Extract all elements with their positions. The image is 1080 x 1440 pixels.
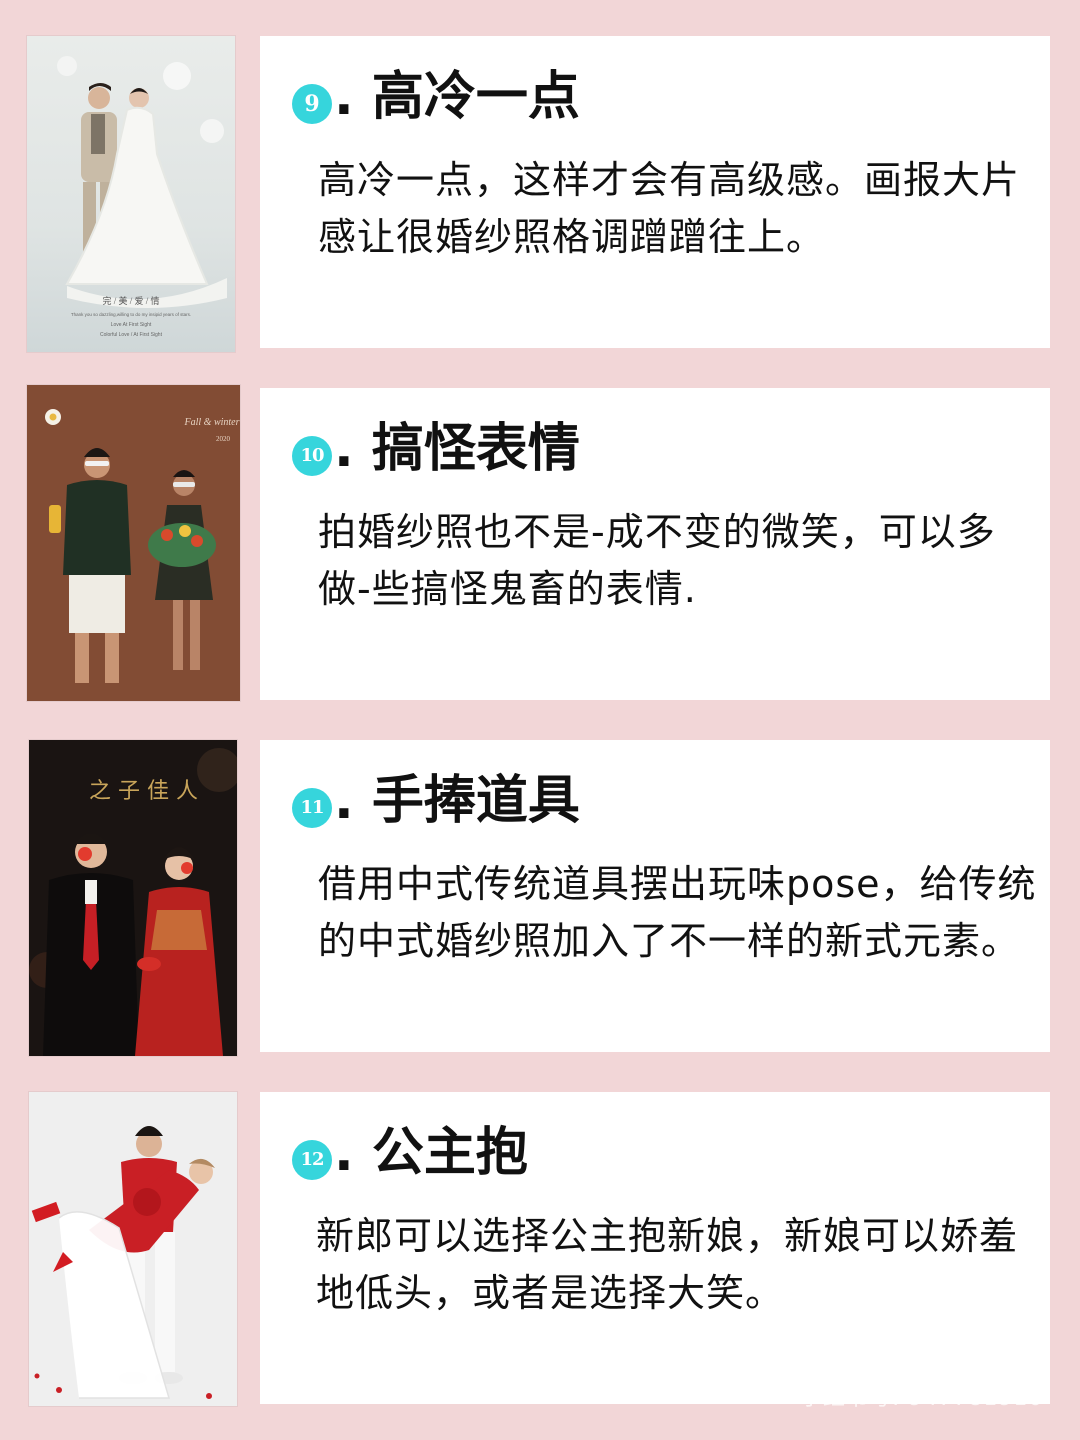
tip-card: 9 . 高冷一点 高冷一点，这样才会有高级感。画报大片感让很婚纱照格调蹭蹭往上。 bbox=[260, 36, 1050, 348]
photo-caption-line3: Colorful Love / At First Sight bbox=[100, 332, 163, 338]
tip-card: 10 . 搞怪表情 拍婚纱照也不是-成不变的微笑，可以多做-些搞怪鬼畜的表情. bbox=[260, 388, 1050, 700]
tip-title: . 搞怪表情 bbox=[334, 419, 580, 479]
tip-item-12: 12 . 公主抱 新郎可以选择公主抱新娘，新娘可以娇羞地低头，或者是选择大笑。 bbox=[0, 1092, 1080, 1412]
photo-caption-line2: Love At First Sight bbox=[111, 322, 152, 328]
photo-caption-title: 完 / 美 / 爱 / 情 bbox=[102, 295, 159, 306]
tip-description: 新郎可以选择公主抱新娘，新娘可以娇羞地低头，或者是选择大笑。 bbox=[316, 1214, 1019, 1315]
tip-description: 拍婚纱照也不是-成不变的微笑，可以多做-些搞怪鬼畜的表情. bbox=[318, 510, 996, 611]
number-badge: 10 bbox=[292, 436, 332, 476]
wedding-photo-white-gown: 完 / 美 / 爱 / 情 Thank you so dazzling,will… bbox=[27, 36, 235, 352]
tip-card: 12 . 公主抱 新郎可以选择公主抱新娘，新娘可以娇羞地低头，或者是选择大笑。 bbox=[260, 1092, 1050, 1404]
tip-heading: 12 . 公主抱 bbox=[292, 1118, 528, 1188]
wedding-photo-princess-carry bbox=[29, 1092, 237, 1406]
tip-heading: 9 . 高冷一点 bbox=[292, 62, 580, 132]
tip-card: 11 . 手捧道具 借用中式传统道具摆出玩味pose，给传统的中式婚纱照加入了不… bbox=[260, 740, 1050, 1052]
photo-calligraphy: 之 子 佳 人 bbox=[89, 779, 198, 804]
xiaohongshu-logo: 小红书 bbox=[955, 1340, 1037, 1374]
wedding-photo-chinese-props: 之 子 佳 人 bbox=[29, 740, 237, 1056]
tip-description: 高冷一点，这样才会有高级感。画报大片感让很婚纱照格调蹭蹭往上。 bbox=[318, 158, 1021, 259]
tip-description: 借用中式传统道具摆出玩味pose，给传统的中式婚纱照加入了不一样的新式元素。 bbox=[318, 862, 1037, 963]
tip-item-9: 完 / 美 / 爱 / 情 Thank you so dazzling,will… bbox=[0, 36, 1080, 356]
number-badge: 12 bbox=[292, 1140, 332, 1180]
wedding-photo-funny-faces: Fall & winter 2020 bbox=[27, 385, 240, 701]
photo-year: 2020 bbox=[216, 435, 231, 443]
tip-title: . 公主抱 bbox=[334, 1123, 528, 1183]
number-badge: 9 bbox=[292, 84, 332, 124]
tip-title: . 手捧道具 bbox=[334, 771, 580, 831]
tip-heading: 10 . 搞怪表情 bbox=[292, 414, 580, 484]
tip-title: . 高冷一点 bbox=[334, 67, 580, 127]
photo-script: Fall & winter bbox=[184, 417, 240, 428]
watermark-id: 小红书号: 947781910 bbox=[800, 1386, 1044, 1411]
photo-caption-line1: Thank you so dazzling,willing to do my i… bbox=[71, 312, 191, 317]
number-badge: 11 bbox=[292, 788, 332, 828]
tip-item-11: 之 子 佳 人 11 . 手捧道具 借用中式传统道具摆出玩味pose，给传统的中… bbox=[0, 740, 1080, 1060]
tip-heading: 11 . 手捧道具 bbox=[292, 766, 580, 836]
tip-item-10: Fall & winter 2020 10 . 搞怪表情 拍婚纱照也不是-成不变… bbox=[0, 385, 1080, 708]
